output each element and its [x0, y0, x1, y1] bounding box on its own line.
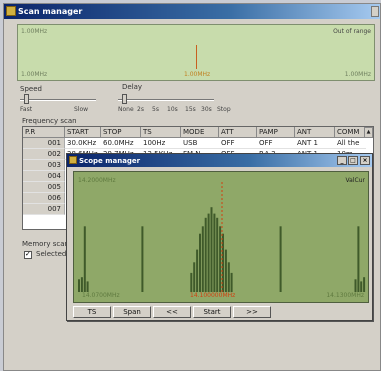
close-icon[interactable]: ×	[360, 156, 370, 165]
scope-top-left-label: 14.2000MHz	[78, 177, 116, 184]
spectrum-bottom-right-label: 1.00MHz	[344, 71, 371, 78]
scope-center-frequency-label: 14.100000MHz	[190, 292, 236, 299]
spectrum-bar	[190, 272, 193, 292]
speed-slider-thumb[interactable]	[24, 94, 29, 104]
column-header-att[interactable]: ATT	[219, 127, 257, 138]
column-header-stop[interactable]: STOP	[101, 127, 141, 138]
delay-tick-5s: 5s	[152, 106, 159, 113]
delay-tick-30s: 30s	[201, 106, 212, 113]
speed-slider-track[interactable]	[20, 99, 96, 101]
table-row-number[interactable]: 004	[23, 171, 65, 182]
column-header-start[interactable]: START	[65, 127, 101, 138]
table-row-number[interactable]: 002	[23, 149, 65, 160]
scope-manager-title: Scope manager	[79, 156, 141, 165]
table-cell-ts[interactable]: 100Hz	[141, 138, 181, 149]
spectrum-center-label: 1.00MHz	[184, 71, 211, 78]
column-header-ts[interactable]: TS	[141, 127, 181, 138]
column-header-mode[interactable]: MODE	[181, 127, 219, 138]
column-header-comm[interactable]: COMM	[335, 127, 366, 138]
spectrum-bar	[201, 226, 204, 292]
spectrum-bar	[213, 213, 216, 292]
table-row-number[interactable]: 005	[23, 182, 65, 193]
speed-label: Speed	[20, 85, 42, 93]
spectrum-bar	[193, 262, 196, 292]
column-header-pamp[interactable]: PAMP	[257, 127, 295, 138]
scope-manager-window: Scope manager _ □ × 14.2000MHz ValCur 14…	[66, 153, 373, 321]
spectrum-bar	[357, 226, 360, 292]
scope-toolbar: TS Span << Start >>	[73, 306, 369, 318]
ts-button[interactable]: TS	[73, 306, 111, 318]
scope-manager-titlebar[interactable]: Scope manager _ □ ×	[67, 154, 372, 167]
start-button[interactable]: Start	[193, 306, 231, 318]
spectrum-bar	[360, 281, 363, 292]
app-icon	[6, 6, 16, 16]
spectrum-bottom-left-label: 1.00MHz	[21, 71, 48, 78]
delay-label: Delay	[122, 83, 143, 91]
scope-spectrum-display[interactable]: 14.2000MHz ValCur 14.0700MHz 14.100000MH…	[73, 171, 369, 303]
spectrum-bar	[224, 249, 227, 292]
minimize-icon[interactable]: _	[337, 156, 347, 165]
memory-scan-label: Memory scan	[22, 240, 69, 248]
spectrum-top-left-label: 1.00MHz	[21, 28, 48, 35]
frequency-scan-label: Frequency scan	[22, 117, 77, 125]
spectrum-bar	[78, 279, 80, 292]
scope-lower-edge-label: 14.0700MHz	[82, 292, 120, 299]
delay-slider-track[interactable]	[118, 99, 214, 101]
band-spectrum-display[interactable]: 1.00MHz Out of range 1.00MHz 1.00MHz 1.0…	[17, 24, 375, 81]
out-of-range-label: Out of range	[333, 28, 371, 35]
restore-icon[interactable]: □	[348, 156, 358, 165]
delay-tick-stop: Stop	[217, 106, 231, 113]
center-frequency-marker	[196, 45, 197, 69]
table-cell-mode[interactable]: USB	[181, 138, 219, 149]
spectrum-bar	[86, 281, 89, 292]
delay-slider-thumb[interactable]	[122, 94, 127, 104]
spectrum-bar	[196, 249, 199, 292]
speed-min-label: Fast	[20, 106, 33, 113]
spectrum-bar	[199, 233, 201, 292]
delay-tick-2s: 2s	[137, 106, 144, 113]
scan-manager-title: Scan manager	[18, 7, 83, 16]
table-row-number[interactable]: 006	[23, 193, 65, 204]
table-row-number[interactable]: 001	[23, 138, 65, 149]
column-header-pr[interactable]: P.R	[23, 127, 65, 138]
spectrum-bar	[363, 277, 366, 292]
spectrum-bars	[78, 182, 366, 292]
app-icon	[69, 156, 77, 164]
spectrum-bar	[141, 226, 144, 292]
column-header-ant[interactable]: ANT	[295, 127, 335, 138]
spectrum-bar	[210, 207, 213, 292]
spectrum-bar	[230, 272, 233, 292]
next-button[interactable]: >>	[233, 306, 271, 318]
spectrum-bar	[354, 279, 357, 292]
scope-upper-edge-label: 14.1300MHz	[326, 292, 364, 299]
spectrum-bar	[207, 213, 210, 292]
delay-tick-none: None	[118, 106, 134, 113]
table-cell-comm[interactable]: All the	[335, 138, 366, 149]
spectrum-bar	[204, 217, 207, 292]
spectrum-bar	[80, 277, 83, 292]
scan-manager-titlebar[interactable]: Scan manager	[4, 4, 380, 19]
table-cell-stop[interactable]: 60.0MHz	[101, 138, 141, 149]
delay-tick-10s: 10s	[167, 106, 178, 113]
table-cell-att[interactable]: OFF	[219, 138, 257, 149]
table-cell-ant[interactable]: ANT 1	[295, 138, 335, 149]
spectrum-bar	[279, 226, 282, 292]
checkmark-icon: ✓	[25, 250, 31, 258]
previous-button[interactable]: <<	[153, 306, 191, 318]
selected-ch-checkbox[interactable]: ✓	[24, 250, 32, 259]
scope-top-right-label: ValCur	[345, 177, 365, 184]
table-row-number[interactable]: 003	[23, 160, 65, 171]
close-icon[interactable]	[371, 6, 379, 17]
speed-max-label: Slow	[74, 106, 89, 113]
scroll-up-icon[interactable]: ▲	[364, 127, 373, 138]
spectrum-bar	[219, 226, 222, 292]
spectrum-bar	[227, 262, 230, 292]
table-cell-pamp[interactable]: OFF	[257, 138, 295, 149]
spectrum-bar	[216, 217, 219, 292]
table-row-number[interactable]: 007	[23, 204, 65, 215]
delay-tick-15s: 15s	[185, 106, 196, 113]
spectrum-bar	[83, 226, 86, 292]
span-button[interactable]: Span	[113, 306, 151, 318]
table-cell-start[interactable]: 30.0KHz	[65, 138, 101, 149]
